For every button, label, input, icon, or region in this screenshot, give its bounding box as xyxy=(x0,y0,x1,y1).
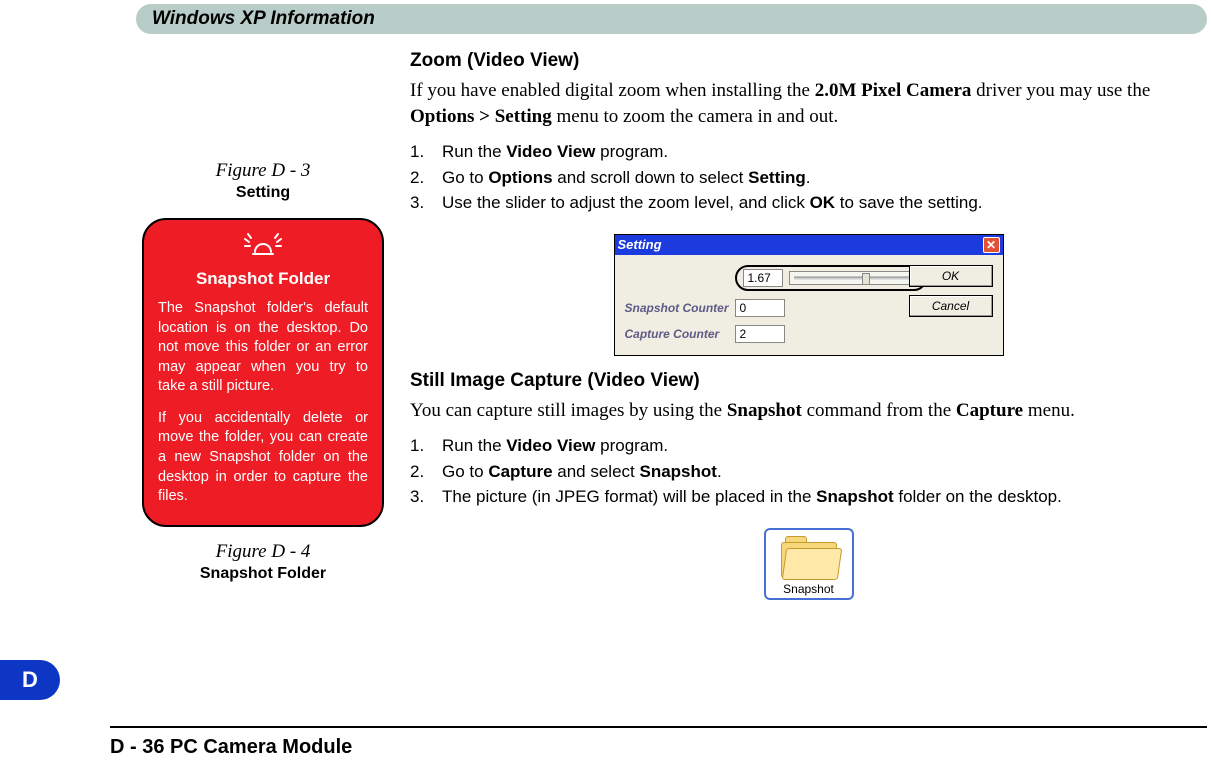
snapshot-counter-field[interactable]: 0 xyxy=(735,299,785,317)
dialog-body: 1.67 Snapshot Counter 0 Capture Counter … xyxy=(615,255,1003,355)
still-heading: Still Image Capture (Video View) xyxy=(410,370,1207,392)
left-column: Figure D - 3 Setting Snapshot Folder The… xyxy=(138,160,388,583)
slider-thumb-icon[interactable] xyxy=(862,273,870,285)
page-header: Windows XP Information xyxy=(136,4,1207,34)
snapshot-counter-label: Snapshot Counter xyxy=(625,301,735,315)
folder-icon xyxy=(781,536,837,578)
callout-body: The Snapshot folder's default location i… xyxy=(158,299,368,507)
dialog-title: Setting xyxy=(618,237,662,252)
setting-dialog: Setting ✕ 1.67 Snapshot Counter 0 Captur… xyxy=(614,234,1004,356)
zoom-slider[interactable] xyxy=(789,271,919,285)
capture-counter-label: Capture Counter xyxy=(625,327,735,341)
figure-4-caption: Figure D - 4 xyxy=(138,541,388,563)
page-header-title: Windows XP Information xyxy=(152,8,375,30)
close-icon[interactable]: ✕ xyxy=(983,237,1000,253)
zoom-value-field[interactable]: 1.67 xyxy=(743,269,783,287)
zoom-slider-group: 1.67 xyxy=(735,265,927,291)
dialog-titlebar: Setting ✕ xyxy=(615,235,1003,255)
figure-3-caption: Figure D - 3 xyxy=(138,160,388,182)
page-footer: D - 36 PC Camera Module xyxy=(110,736,352,759)
callout-title: Snapshot Folder xyxy=(158,269,368,289)
cancel-button[interactable]: Cancel xyxy=(909,295,993,317)
section-tab-label: D xyxy=(22,667,38,693)
snapshot-folder-shortcut[interactable]: Snapshot xyxy=(764,528,854,600)
zoom-heading: Zoom (Video View) xyxy=(410,50,1207,72)
figure-3-subtitle: Setting xyxy=(138,184,388,202)
callout-p1: The Snapshot folder's default location i… xyxy=(158,299,368,397)
figure-4-subtitle: Snapshot Folder xyxy=(138,565,388,583)
ok-button[interactable]: OK xyxy=(909,265,993,287)
footer-rule xyxy=(110,726,1207,728)
section-tab: D xyxy=(0,660,60,700)
zoom-steps: 1.Run the Video View program. 2.Go to Op… xyxy=(410,139,1207,216)
alarm-icon xyxy=(158,232,368,263)
capture-counter-field[interactable]: 2 xyxy=(735,325,785,343)
snapshot-icon-label: Snapshot xyxy=(770,582,848,596)
still-paragraph: You can capture still images by using th… xyxy=(410,398,1207,424)
still-steps: 1.Run the Video View program. 2.Go to Ca… xyxy=(410,433,1207,510)
zoom-paragraph: If you have enabled digital zoom when in… xyxy=(410,78,1207,129)
main-column: Zoom (Video View) If you have enabled di… xyxy=(410,50,1207,600)
callout-p2: If you accidentally delete or move the f… xyxy=(158,409,368,507)
warning-callout: Snapshot Folder The Snapshot folder's de… xyxy=(142,218,384,527)
